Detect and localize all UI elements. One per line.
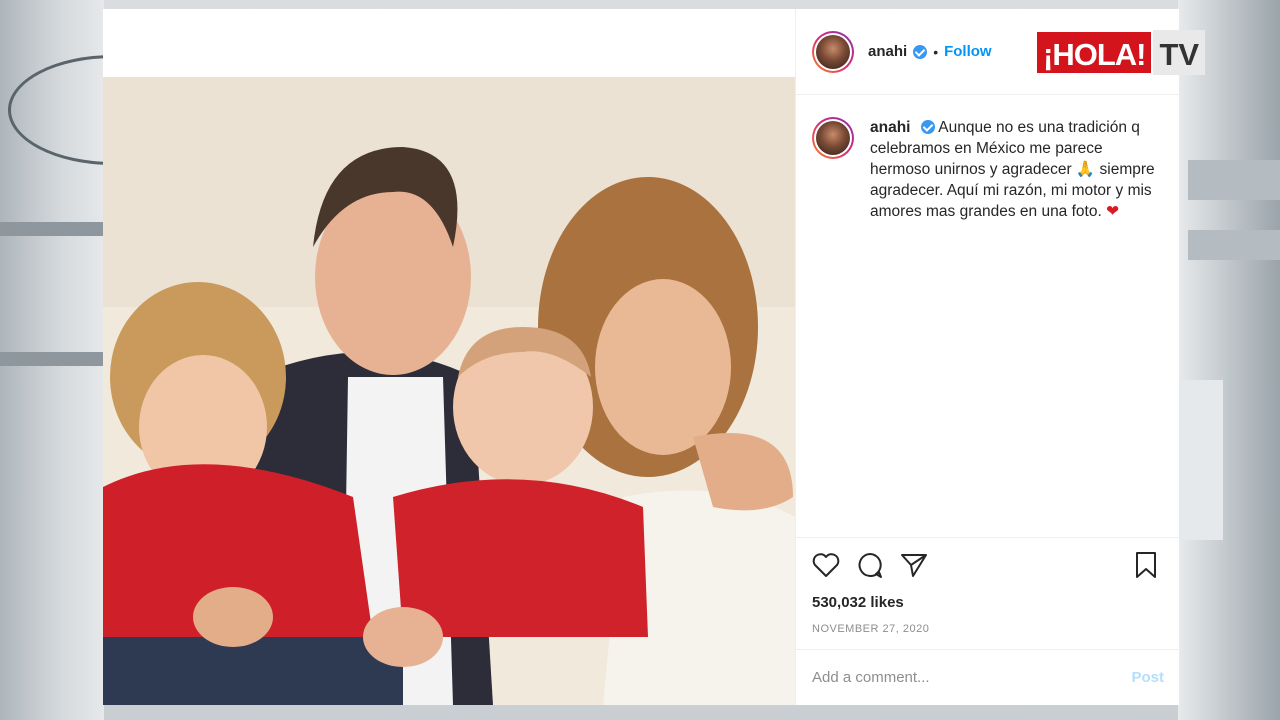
post-date: NOVEMBER 27, 2020: [812, 623, 930, 635]
follow-button[interactable]: Follow: [944, 43, 992, 60]
pray-emoji: 🙏: [1075, 160, 1096, 178]
comment-input[interactable]: [812, 669, 1132, 686]
logo-brand: ¡HOLA!: [1035, 30, 1154, 75]
post-sidebar: anahi • Follow anahi Aunque no es una tr…: [795, 9, 1180, 705]
caption-username[interactable]: anahi: [870, 119, 910, 136]
post-actions: 530,032 likes NOVEMBER 27, 2020: [796, 537, 1180, 635]
username[interactable]: anahi: [868, 43, 907, 60]
heart-icon[interactable]: [812, 552, 840, 583]
logo-suffix: TV: [1153, 30, 1206, 75]
likes-count[interactable]: 530,032 likes: [812, 594, 1164, 611]
verified-icon: [913, 44, 928, 59]
caption-block: anahi Aunque no es una tradición q celeb…: [796, 95, 1179, 222]
avatar[interactable]: [812, 30, 854, 73]
bookmark-icon[interactable]: [1134, 551, 1158, 584]
hola-tv-logo: ¡HOLA! TV: [1035, 30, 1206, 75]
family-photo-illustration: [103, 77, 795, 705]
separator: •: [933, 43, 939, 60]
share-icon[interactable]: [900, 552, 928, 583]
studio-background-left: [0, 0, 104, 720]
caption-text: anahi Aunque no es una tradición q celeb…: [870, 117, 1160, 222]
verified-icon: [920, 120, 935, 134]
post-comment-button[interactable]: Post: [1131, 669, 1164, 686]
instagram-post: anahi • Follow anahi Aunque no es una tr…: [103, 9, 1180, 705]
post-photo-column: [103, 9, 795, 705]
studio-background-right: [1178, 0, 1280, 720]
action-icons: [812, 551, 1164, 584]
comment-bar: Post: [796, 649, 1180, 705]
caption-avatar[interactable]: [812, 117, 854, 159]
comment-icon[interactable]: [856, 551, 884, 584]
post-photo[interactable]: [103, 77, 795, 705]
heart-emoji: ❤: [1106, 202, 1120, 220]
